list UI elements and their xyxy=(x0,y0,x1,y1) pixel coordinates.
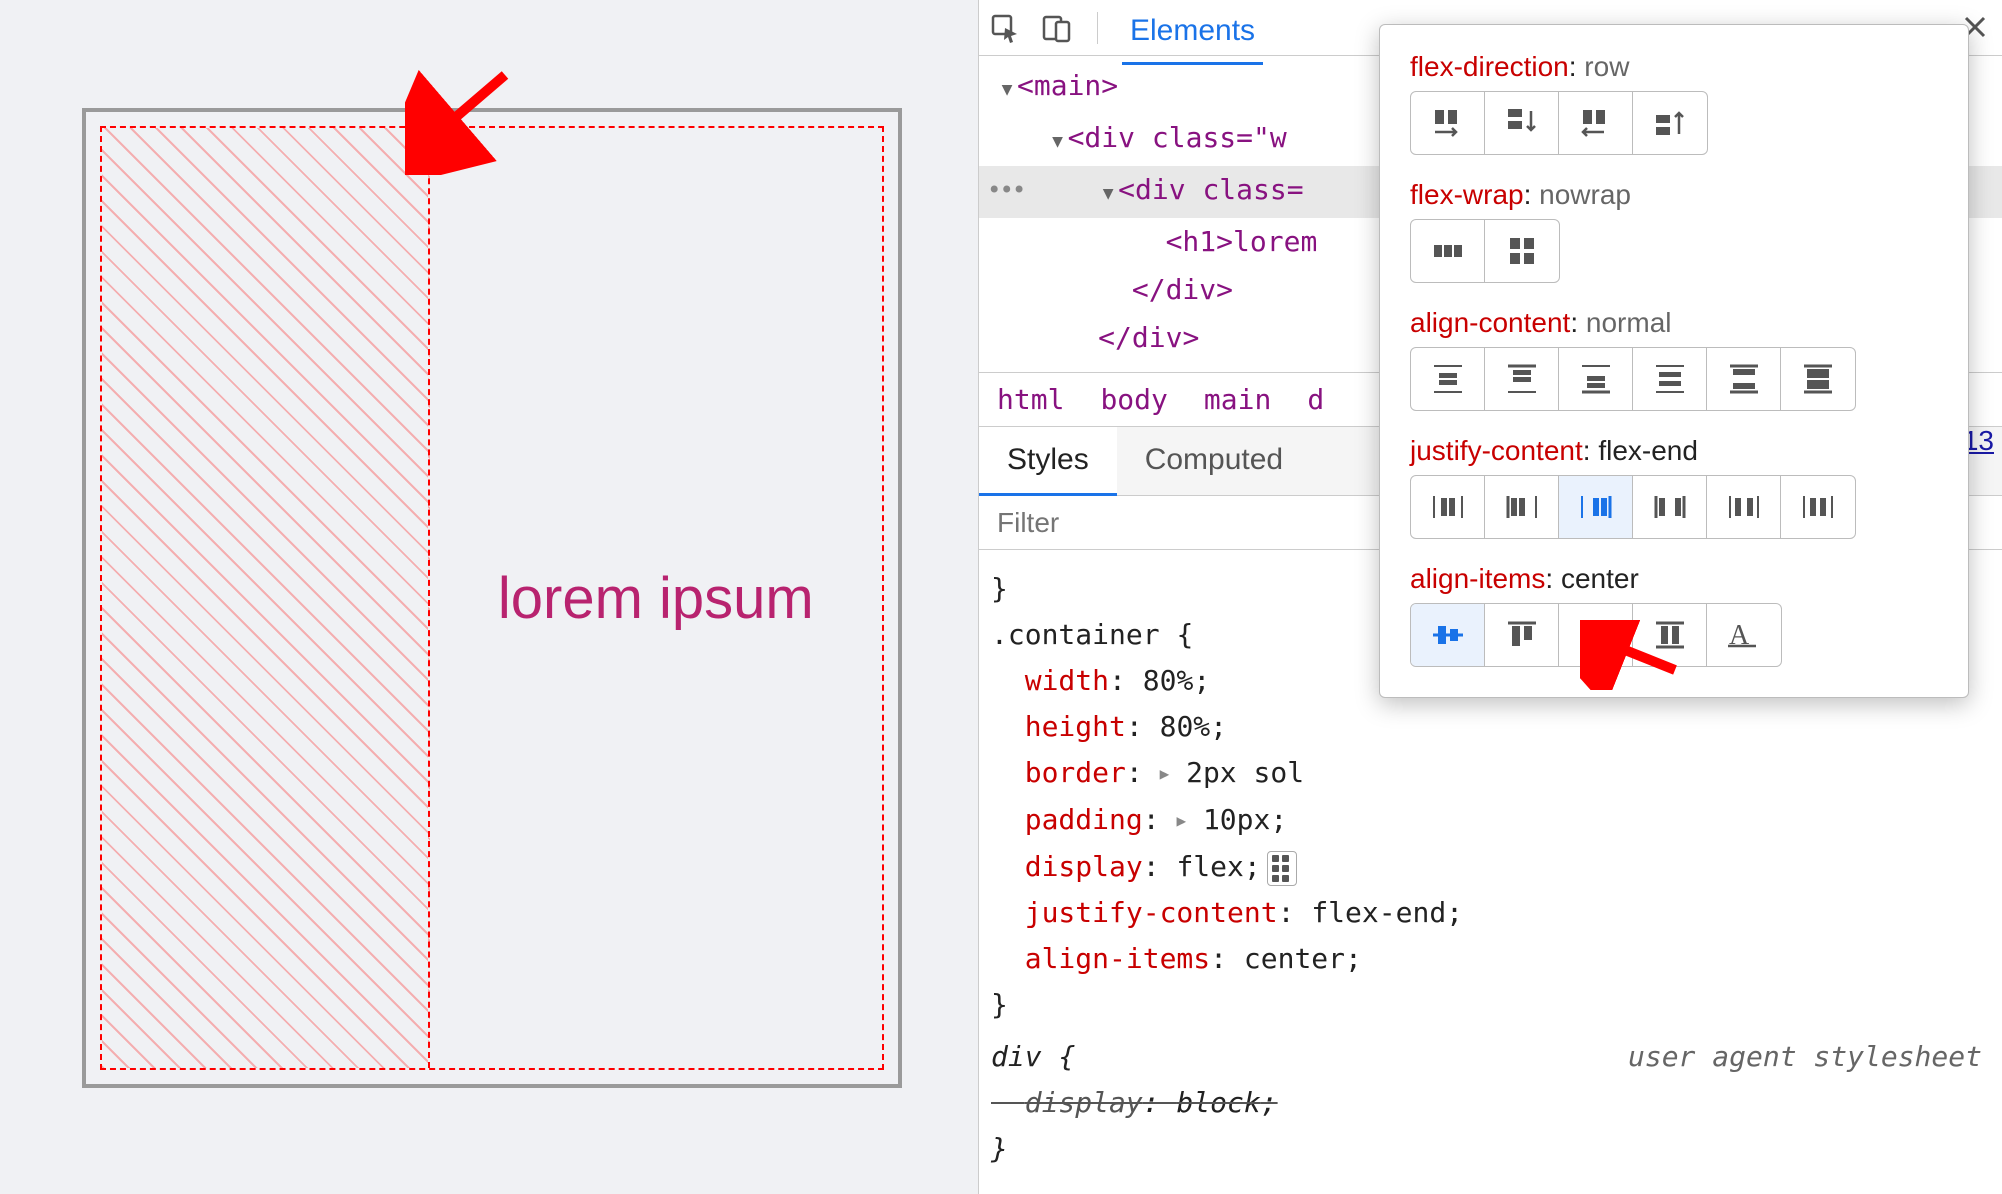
justify-content-end-icon[interactable] xyxy=(1559,476,1633,538)
flex-direction-row-reverse-icon[interactable] xyxy=(1559,92,1633,154)
flex-direction-column-reverse-icon[interactable] xyxy=(1633,92,1707,154)
align-content-start-icon[interactable] xyxy=(1485,348,1559,410)
align-items-center-icon[interactable] xyxy=(1411,604,1485,666)
align-items-start-icon[interactable] xyxy=(1485,604,1559,666)
devtools-panel: Elements ▼<main> ▼<div class="w ••• ▼<di… xyxy=(978,0,2002,1194)
breadcrumb-item[interactable]: main xyxy=(1204,383,1271,416)
breadcrumb-item[interactable]: body xyxy=(1100,383,1167,416)
flex-direction-row-icon[interactable] xyxy=(1411,92,1485,154)
free-space-hatching xyxy=(102,128,430,1068)
ua-stylesheet-label: user agent stylesheet xyxy=(1628,1036,1982,1078)
justify-content-space-around-icon[interactable] xyxy=(1707,476,1781,538)
breadcrumb-item[interactable]: html xyxy=(997,383,1064,416)
justify-content-space-evenly-icon[interactable] xyxy=(1781,476,1855,538)
align-items-baseline-icon[interactable]: A xyxy=(1707,604,1781,666)
justify-content-space-between-icon[interactable] xyxy=(1633,476,1707,538)
flex-editor-icon[interactable] xyxy=(1267,851,1297,886)
align-content-group xyxy=(1410,347,1856,411)
align-content-space-between-icon[interactable] xyxy=(1707,348,1781,410)
tab-elements[interactable]: Elements xyxy=(1122,4,1263,65)
flex-direction-column-icon[interactable] xyxy=(1485,92,1559,154)
arrow-annotation-icon xyxy=(405,65,525,175)
highlighted-flex-region: lorem ipsum xyxy=(100,126,884,1070)
justify-content-group xyxy=(1410,475,1856,539)
align-content-center-icon[interactable] xyxy=(1411,348,1485,410)
preview-pane: lorem ipsum xyxy=(0,0,978,1194)
lorem-heading: lorem ipsum xyxy=(430,565,882,632)
flexbox-editor-popover: flex-direction: row flex-wrap: nowrap al… xyxy=(1379,24,1969,698)
svg-text:A: A xyxy=(1729,620,1750,651)
align-content-end-icon[interactable] xyxy=(1559,348,1633,410)
container-box: lorem ipsum xyxy=(82,108,902,1088)
flex-wrap-group xyxy=(1410,219,1560,283)
flex-wrap-wrap-icon[interactable] xyxy=(1485,220,1559,282)
subtab-computed[interactable]: Computed xyxy=(1117,427,1311,495)
device-toggle-icon[interactable] xyxy=(1041,12,1073,44)
justify-content-center-icon[interactable] xyxy=(1411,476,1485,538)
justify-content-start-icon[interactable] xyxy=(1485,476,1559,538)
arrow-annotation-icon xyxy=(1580,620,1690,690)
align-content-space-around-icon[interactable] xyxy=(1633,348,1707,410)
inspect-element-icon[interactable] xyxy=(989,12,1021,44)
breadcrumb-item[interactable]: d xyxy=(1307,383,1324,416)
flex-direction-group xyxy=(1410,91,1708,155)
subtab-styles[interactable]: Styles xyxy=(979,427,1117,496)
align-content-stretch-icon[interactable] xyxy=(1781,348,1855,410)
flex-wrap-nowrap-icon[interactable] xyxy=(1411,220,1485,282)
